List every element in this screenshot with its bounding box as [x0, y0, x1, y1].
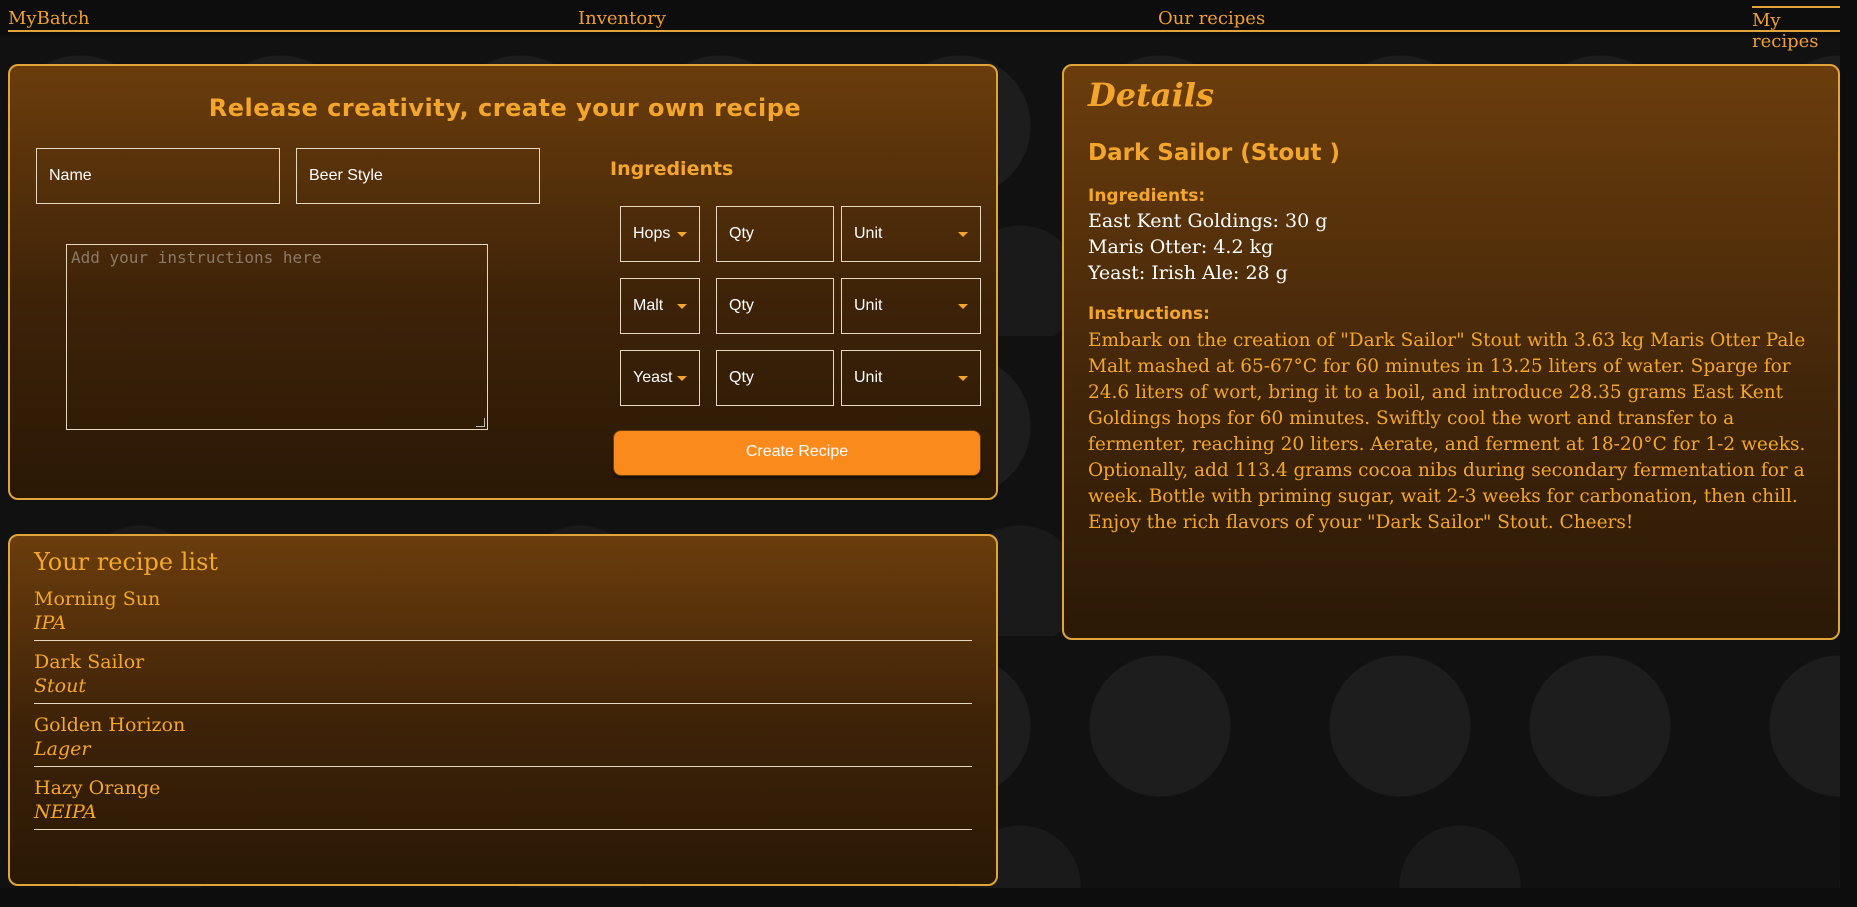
recipe-list-title: Your recipe list	[34, 548, 219, 576]
list-item[interactable]: Hazy Orange NEIPA	[34, 777, 972, 830]
ingredient-type-value: Yeast	[633, 369, 673, 386]
instructions-textarea[interactable]: Add your instructions here	[66, 244, 488, 430]
quantity-input-malt[interactable]: Qty	[716, 278, 834, 334]
ingredient-type-select-hops[interactable]: Hops	[620, 206, 700, 262]
recipe-style: IPA	[34, 612, 67, 634]
ingredients-heading: Ingredients	[610, 158, 734, 180]
recipe-style: NEIPA	[34, 801, 97, 823]
chevron-down-icon	[958, 232, 968, 237]
recipe-list-panel: Your recipe list Morning Sun IPA Dark Sa…	[8, 534, 998, 886]
nav-item-our-recipes[interactable]: Our recipes	[1158, 8, 1265, 29]
nav-item-inventory[interactable]: Inventory	[578, 8, 666, 29]
details-ingredient: East Kent Goldings: 30 g	[1088, 210, 1328, 232]
resize-handle[interactable]	[476, 418, 485, 427]
create-recipe-button[interactable]: Create Recipe	[613, 430, 981, 476]
ingredient-type-value: Malt	[633, 297, 664, 314]
unit-value: Unit	[854, 369, 883, 386]
list-item[interactable]: Dark Sailor Stout	[34, 651, 972, 704]
unit-value: Unit	[854, 225, 883, 242]
ingredient-type-select-malt[interactable]: Malt	[620, 278, 700, 334]
quantity-input-yeast[interactable]: Qty	[716, 350, 834, 406]
ingredient-type-value: Hops	[633, 225, 671, 242]
details-ingredients-label: Ingredients:	[1088, 186, 1206, 206]
nav-brand[interactable]: MyBatch	[8, 8, 89, 29]
recipe-name: Dark Sailor	[34, 651, 145, 673]
quantity-input-hops[interactable]: Qty	[716, 206, 834, 262]
beer-style-input[interactable]: Beer Style	[296, 148, 540, 204]
instructions-placeholder: Add your instructions here	[71, 248, 322, 267]
create-title: Release creativity, create your own reci…	[208, 94, 802, 122]
unit-select-yeast[interactable]: Unit	[841, 350, 981, 406]
unit-select-hops[interactable]: Unit	[841, 206, 981, 262]
chevron-down-icon	[677, 232, 687, 237]
top-navigation: MyBatch Inventory Our recipes My recipes	[8, 0, 1840, 52]
unit-select-malt[interactable]: Unit	[841, 278, 981, 334]
details-ingredient: Yeast: Irish Ale: 28 g	[1088, 262, 1288, 284]
chevron-down-icon	[677, 376, 687, 381]
nav-item-my-recipes[interactable]: My recipes	[1752, 6, 1840, 52]
recipe-style: Stout	[34, 675, 86, 697]
recipe-name: Golden Horizon	[34, 714, 186, 736]
list-item[interactable]: Golden Horizon Lager	[34, 714, 972, 767]
details-ingredient: Maris Otter: 4.2 kg	[1088, 236, 1274, 258]
recipe-name: Hazy Orange	[34, 777, 161, 799]
chevron-down-icon	[677, 304, 687, 309]
details-panel: Details Dark Sailor (Stout ) Ingredients…	[1062, 64, 1840, 640]
recipe-name: Morning Sun	[34, 588, 161, 610]
ingredient-type-select-yeast[interactable]: Yeast	[620, 350, 700, 406]
recipe-style: Lager	[34, 738, 91, 760]
recipe-name-input[interactable]: Name	[36, 148, 280, 204]
details-instructions-text: Embark on the creation of "Dark Sailor" …	[1088, 330, 1806, 533]
details-recipe-name: Dark Sailor (Stout )	[1088, 140, 1341, 166]
chevron-down-icon	[958, 304, 968, 309]
chevron-down-icon	[958, 376, 968, 381]
details-title: Details	[1088, 76, 1214, 114]
details-instructions-label: Instructions:	[1088, 304, 1210, 324]
list-item[interactable]: Morning Sun IPA	[34, 588, 972, 641]
create-recipe-panel: Release creativity, create your own reci…	[8, 64, 998, 500]
unit-value: Unit	[854, 297, 883, 314]
